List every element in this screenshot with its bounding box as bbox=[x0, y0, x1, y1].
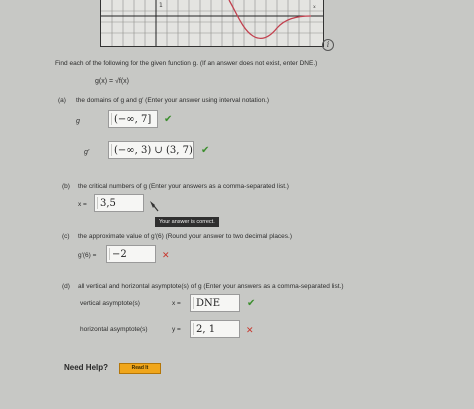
instructions: Find each of the following for the given… bbox=[55, 60, 318, 67]
domain-gprime-input[interactable]: (−∞, 3) ∪ (3, 7) bbox=[108, 141, 194, 159]
part-d-prompt: all vertical and horizontal asymptote(s)… bbox=[78, 283, 344, 290]
horizontal-asymptote-input[interactable]: 2, 1 bbox=[190, 320, 240, 338]
x-axis-label: x bbox=[313, 4, 316, 10]
vertical-asymptote-lhs: x = bbox=[172, 300, 181, 307]
info-icon[interactable]: i bbox=[322, 39, 334, 51]
part-d-label: (d) bbox=[62, 283, 70, 290]
vertical-asymptote-input[interactable]: DNE bbox=[190, 294, 240, 312]
pencil-cursor-icon bbox=[150, 201, 159, 212]
check-icon: ✔ bbox=[201, 145, 210, 156]
read-it-button[interactable]: Read It bbox=[119, 363, 161, 374]
cross-icon: ✕ bbox=[162, 251, 170, 261]
part-a-gprime-label: g′ bbox=[84, 149, 90, 156]
domain-g-input[interactable]: (−∞, 7] bbox=[108, 110, 158, 128]
webassign-question: 1 x i Find each of the following for the… bbox=[0, 0, 474, 409]
part-a-prompt: the domains of g and g′ (Enter your answ… bbox=[76, 97, 270, 104]
horizontal-asymptote-lhs: y = bbox=[172, 326, 181, 333]
correct-answer-tooltip: Your answer is correct. bbox=[155, 217, 219, 227]
critical-numbers-input[interactable]: 3,5 bbox=[94, 194, 144, 212]
graph-canvas: 1 x bbox=[101, 0, 323, 46]
check-icon: ✔ bbox=[247, 298, 256, 309]
part-a-g-label: g bbox=[76, 118, 80, 125]
check-icon: ✔ bbox=[164, 114, 173, 125]
part-b-label: (b) bbox=[62, 183, 70, 190]
part-b-prompt: the critical numbers of g (Enter your an… bbox=[78, 183, 289, 190]
part-c-label: (c) bbox=[62, 233, 70, 240]
horizontal-asymptote-label: horizontal asymptote(s) bbox=[80, 326, 148, 333]
need-help-label: Need Help? bbox=[64, 363, 109, 372]
part-a-label: (a) bbox=[58, 97, 66, 104]
vertical-asymptote-label: vertical asymptote(s) bbox=[80, 300, 140, 307]
tick-label: 1 bbox=[159, 2, 163, 9]
function-graph: 1 x bbox=[100, 0, 324, 47]
part-c-lhs: g′(6) = bbox=[78, 252, 97, 259]
function-definition: g(x) = √f(x) bbox=[95, 78, 129, 85]
part-b-x-label: x = bbox=[78, 201, 87, 208]
gprime-6-input[interactable]: −2 bbox=[106, 245, 156, 263]
part-c-prompt: the approximate value of g′(6) (Round yo… bbox=[78, 233, 293, 240]
cross-icon: ✕ bbox=[246, 326, 254, 336]
